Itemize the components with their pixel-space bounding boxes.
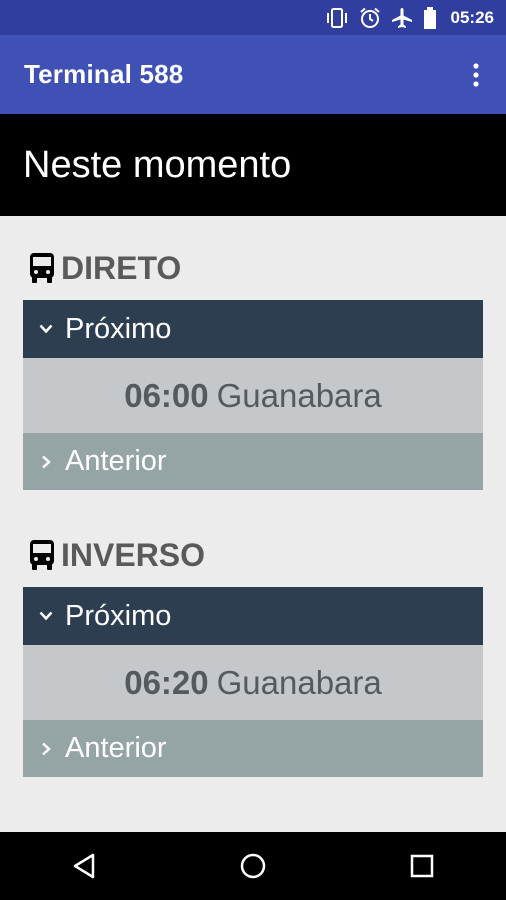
section-direto: DIRETO Próximo 06:00 Guanabara Anterior <box>23 248 483 490</box>
next-label: Próximo <box>65 312 172 345</box>
section-inverso: INVERSO Próximo 06:20 Guanabara Anterior <box>23 535 483 777</box>
chevron-right-icon <box>42 455 51 468</box>
next-departure: 06:20 Guanabara <box>23 645 483 720</box>
overflow-menu-icon <box>473 62 479 87</box>
page-title: Neste momento <box>23 143 292 186</box>
next-departure-toggle[interactable]: Próximo <box>23 300 483 358</box>
alarm-icon <box>359 7 381 29</box>
section-heading: INVERSO <box>23 535 483 575</box>
next-departure-toggle[interactable]: Próximo <box>23 587 483 645</box>
departure-time: 06:00 <box>124 376 209 414</box>
battery-icon <box>423 6 437 29</box>
next-departure: 06:00 Guanabara <box>23 358 483 433</box>
bus-icon <box>30 540 54 570</box>
back-button[interactable] <box>54 836 114 896</box>
back-icon <box>74 853 95 879</box>
previous-label: Anterior <box>65 445 167 477</box>
system-nav-bar <box>0 832 506 900</box>
app-screen: 05:26 Terminal 588 Neste momento DIRETO … <box>0 0 506 900</box>
next-label: Próximo <box>65 599 172 632</box>
app-title: Terminal 588 <box>24 59 184 89</box>
previous-departure-toggle[interactable]: Anterior <box>23 433 483 490</box>
recents-button[interactable] <box>392 836 452 896</box>
company-name: Guanabara <box>216 663 382 701</box>
overflow-menu-button[interactable] <box>464 55 488 95</box>
app-bar: Terminal 588 <box>0 35 506 114</box>
departure-time: 06:20 <box>124 663 209 701</box>
section-heading: DIRETO <box>23 248 483 288</box>
bus-icon <box>30 253 54 283</box>
chevron-down-icon <box>39 611 53 621</box>
status-bar: 05:26 <box>0 0 506 35</box>
status-time: 05:26 <box>450 7 494 27</box>
section-heading-label: INVERSO <box>61 536 206 573</box>
status-icons: 05:26 <box>325 6 494 29</box>
page-header: Neste momento <box>0 114 506 216</box>
section-heading-label: DIRETO <box>61 249 182 286</box>
recents-icon <box>410 854 433 878</box>
chevron-right-icon <box>42 742 51 755</box>
vibrate-icon <box>325 7 349 28</box>
home-button[interactable] <box>223 836 283 896</box>
previous-departure-toggle[interactable]: Anterior <box>23 720 483 777</box>
chevron-down-icon <box>39 324 53 334</box>
airplane-icon <box>391 7 413 29</box>
home-icon <box>240 853 266 879</box>
company-name: Guanabara <box>216 376 382 414</box>
previous-label: Anterior <box>65 732 167 764</box>
